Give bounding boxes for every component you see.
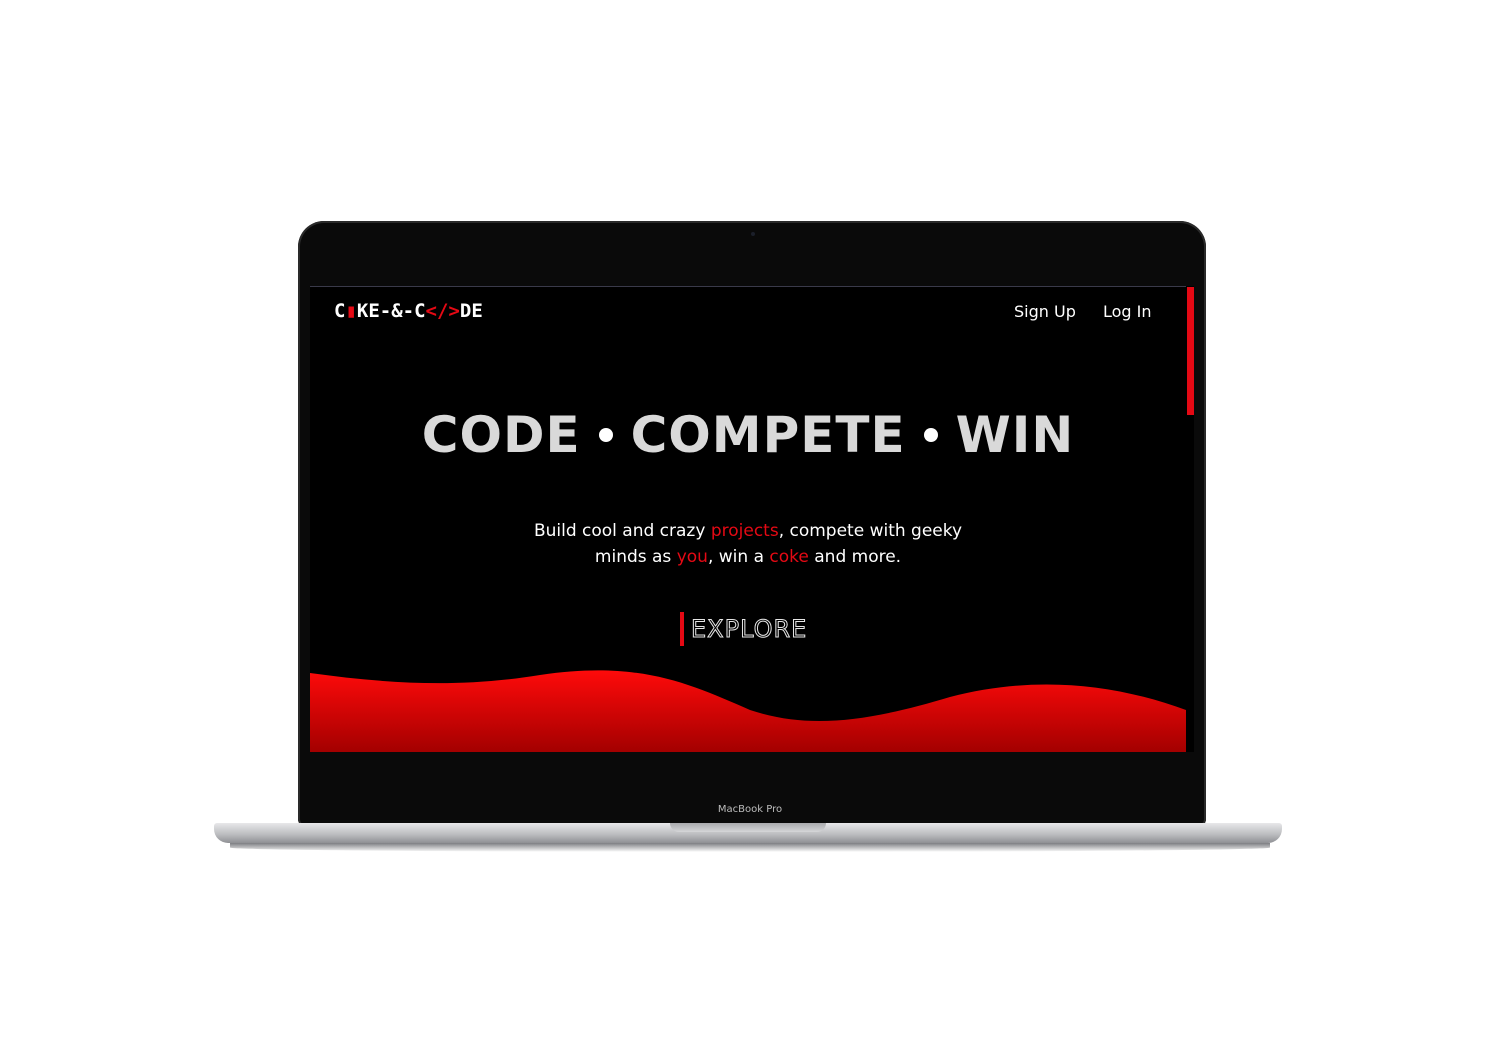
- subtitle-highlight: coke: [769, 547, 809, 567]
- signup-link[interactable]: Sign Up: [1014, 302, 1076, 321]
- hero-subtitle: Build cool and crazy projects, compete w…: [528, 518, 968, 570]
- screen: C▮KE-&-C</>DE Sign Up Log In CODE COMPETE…: [310, 286, 1194, 752]
- laptop-base-notch: [670, 823, 826, 832]
- subtitle-text: and more.: [808, 547, 902, 567]
- camera-dot: [751, 232, 755, 236]
- logo-text-1: C: [334, 300, 346, 322]
- subtitle-highlight: projects: [710, 521, 779, 541]
- login-link[interactable]: Log In: [1103, 302, 1152, 321]
- explore-button[interactable]: EXPLORE: [680, 612, 807, 646]
- hero-word-code: CODE: [421, 406, 581, 464]
- laptop-base-shadow: [230, 843, 1270, 852]
- logo-text-2: KE-&-C: [356, 300, 426, 322]
- mockup-stage: C▮KE-&-C</>DE Sign Up Log In CODE COMPETE…: [0, 0, 1500, 1038]
- logo-code-glyph: </>: [425, 300, 460, 322]
- hero-word-win: WIN: [955, 406, 1075, 464]
- logo-text-3: DE: [459, 300, 483, 322]
- hero-title: CODE COMPETE WIN: [310, 406, 1186, 464]
- device-label: MacBook Pro: [717, 804, 783, 815]
- subtitle-text: Build cool and crazy: [533, 521, 711, 541]
- subtitle-text: , win a: [707, 547, 770, 567]
- logo-cup-glyph: ▮: [345, 300, 357, 322]
- site-logo[interactable]: C▮KE-&-C</>DE: [334, 300, 483, 322]
- subtitle-highlight: you: [676, 547, 708, 567]
- screen-top-divider: [310, 286, 1194, 287]
- scrollbar-thumb[interactable]: [1187, 287, 1194, 415]
- bullet-dot: [923, 427, 938, 442]
- bullet-dot: [598, 427, 613, 442]
- red-wave-decoration: [310, 670, 1186, 752]
- hero-word-compete: COMPETE: [630, 406, 906, 464]
